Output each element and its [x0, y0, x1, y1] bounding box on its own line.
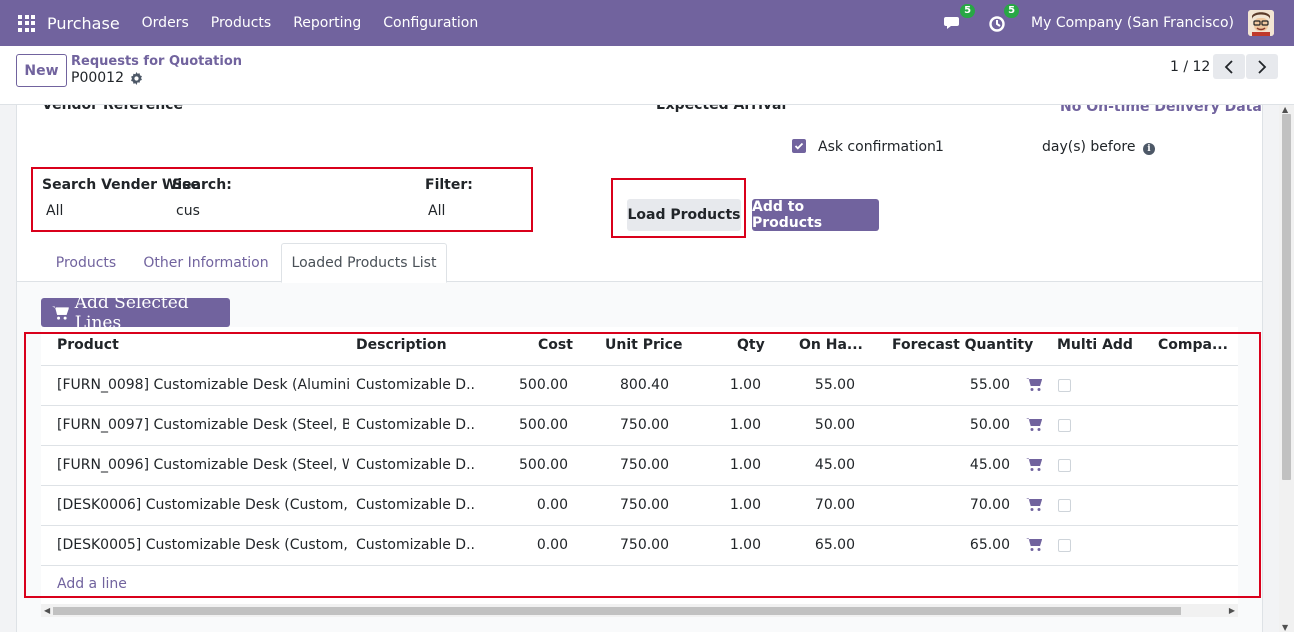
tab-loaded-products-list[interactable]: Loaded Products List [281, 243, 447, 283]
gear-icon[interactable] [130, 71, 143, 85]
search-input[interactable]: cus [176, 203, 200, 219]
pager-previous-button[interactable] [1213, 54, 1245, 79]
table-horizontal-scrollbar[interactable]: ◀ ▶ [41, 604, 1238, 617]
page-vertical-scrollbar[interactable]: ▲ ▼ [1279, 105, 1294, 632]
activities-badge: 5 [1004, 4, 1020, 18]
on-time-delivery-link[interactable]: No On-time Delivery Data [1060, 105, 1262, 115]
cart-icon [52, 305, 69, 320]
check-icon [794, 142, 804, 150]
menu-orders[interactable]: Orders [142, 15, 189, 31]
breadcrumb-current: P00012 [71, 70, 143, 86]
chevron-left-icon [1224, 59, 1233, 74]
horizontal-scroll-thumb[interactable] [53, 607, 1181, 615]
user-avatar[interactable] [1248, 10, 1274, 36]
tab-other-information[interactable]: Other Information [140, 243, 272, 282]
info-icon[interactable]: i [1143, 143, 1155, 155]
tab-products[interactable]: Products [46, 243, 126, 282]
menu-reporting[interactable]: Reporting [293, 15, 361, 31]
messages-badge: 5 [960, 4, 976, 18]
ask-confirmation-label: Ask confirmation [818, 139, 936, 155]
scroll-down-arrow-icon[interactable]: ▼ [1282, 623, 1288, 632]
scroll-up-arrow-icon[interactable]: ▲ [1282, 105, 1288, 114]
app-brand[interactable]: Purchase [47, 14, 120, 33]
main-menu: Orders Products Reporting Configuration [142, 15, 501, 31]
new-button[interactable]: New [16, 54, 67, 87]
record-name: P00012 [71, 70, 124, 86]
search-vendor-select[interactable]: All [46, 203, 63, 219]
top-navbar: Purchase Orders Products Reporting Confi… [0, 0, 1294, 46]
expected-arrival-label: Expected Arrival [656, 105, 787, 113]
loaded-table-highlight [24, 332, 1261, 598]
activities-icon[interactable]: 5 [987, 4, 1020, 33]
vertical-scroll-thumb[interactable] [1282, 114, 1291, 480]
control-panel: New Requests for Quotation P00012 1 / 12 [0, 46, 1294, 105]
menu-configuration[interactable]: Configuration [383, 15, 478, 31]
scroll-left-arrow-icon[interactable]: ◀ [44, 606, 50, 615]
messages-icon[interactable]: 5 [943, 4, 976, 33]
filter-label: Filter: [425, 177, 473, 193]
pager-value[interactable]: 1 / 12 [1170, 59, 1210, 75]
scroll-right-arrow-icon[interactable]: ▶ [1229, 606, 1235, 615]
breadcrumb-parent[interactable]: Requests for Quotation [71, 54, 242, 69]
add-selected-lines-button[interactable]: Add Selected Lines [41, 293, 230, 333]
vendor-reference-label: Vendor Reference [42, 105, 183, 113]
navbar-systray: 5 5 My Company (San Francisco) [943, 0, 1274, 46]
company-switcher[interactable]: My Company (San Francisco) [1031, 15, 1234, 31]
load-products-button[interactable]: Load Products [627, 199, 741, 231]
search-label: Search: [172, 177, 232, 193]
menu-products[interactable]: Products [211, 15, 271, 31]
ask-confirmation-checkbox[interactable] [792, 139, 806, 153]
add-to-products-button[interactable]: Add to Products [752, 199, 879, 231]
chevron-right-icon [1258, 59, 1267, 74]
notebook-tabs: Products Other Information Loaded Produc… [17, 243, 1262, 283]
ask-confirmation-days[interactable]: 1 [935, 139, 944, 155]
days-before-label: day(s) before [1042, 139, 1136, 155]
pager-next-button[interactable] [1246, 54, 1278, 79]
apps-menu-icon[interactable] [18, 14, 35, 32]
filter-select[interactable]: All [428, 203, 445, 219]
